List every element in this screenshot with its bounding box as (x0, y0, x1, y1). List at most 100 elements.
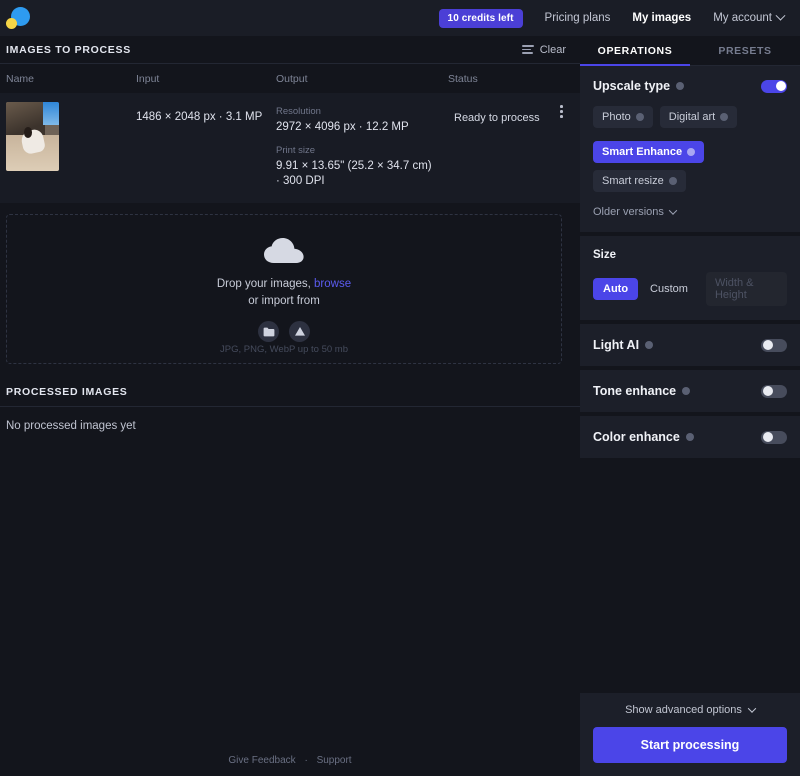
chip-photo[interactable]: Photo (593, 106, 653, 128)
app-root: 10 credits left Pricing plans My images … (0, 0, 800, 776)
light-ai-toggle[interactable] (761, 339, 787, 352)
top-navigation: 10 credits left Pricing plans My images … (439, 9, 784, 28)
size-card: Size Auto Custom Width & Height (580, 236, 800, 320)
upscale-type-chips-row2: Smart Enhance Smart resize (593, 141, 787, 192)
upscale-type-header: Upscale type (593, 79, 787, 93)
chip-smart-enhance[interactable]: Smart Enhance (593, 141, 704, 163)
older-versions-label: Older versions (593, 206, 664, 218)
show-advanced-options-button[interactable]: Show advanced options (593, 704, 787, 716)
size-title: Size (593, 249, 787, 261)
column-header-output: Output (276, 73, 448, 85)
tab-presets[interactable]: PRESETS (690, 36, 800, 65)
info-icon[interactable] (686, 433, 694, 441)
main-body: IMAGES TO PROCESS Clear Name Input Outpu… (0, 36, 800, 776)
processed-empty-text: No processed images yet (0, 407, 580, 445)
drop-line-2: or import from (248, 295, 320, 307)
info-icon[interactable] (687, 148, 695, 156)
chevron-down-icon (748, 704, 756, 712)
queue-column-headers: Name Input Output Status (0, 64, 580, 93)
column-header-name: Name (6, 73, 136, 85)
row-menu-icon[interactable] (557, 102, 566, 121)
color-enhance-title: Color enhance (593, 430, 694, 444)
light-ai-title: Light AI (593, 338, 653, 352)
size-option-custom[interactable]: Custom (640, 278, 698, 300)
image-thumbnail[interactable] (6, 102, 59, 171)
folder-icon[interactable] (258, 321, 279, 342)
chip-digital-art-label: Digital art (669, 111, 715, 123)
cloud-upload-icon (263, 237, 305, 265)
info-icon[interactable] (636, 113, 644, 121)
tone-enhance-card: Tone enhance (580, 370, 800, 412)
upscale-type-chips: Photo Digital art (593, 106, 787, 128)
chevron-down-icon (776, 10, 786, 20)
sidebar-tabs: OPERATIONS PRESETS (580, 36, 800, 66)
nav-pricing-plans[interactable]: Pricing plans (545, 12, 611, 24)
size-option-auto[interactable]: Auto (593, 278, 638, 300)
chip-smart-enhance-label: Smart Enhance (602, 146, 682, 158)
light-ai-card: Light AI (580, 324, 800, 366)
chip-smart-resize[interactable]: Smart resize (593, 170, 686, 192)
app-logo-icon[interactable] (6, 5, 32, 31)
light-ai-label: Light AI (593, 338, 639, 352)
section-title-images-to-process: IMAGES TO PROCESS (6, 44, 131, 56)
upscale-type-card: Upscale type Photo Digital art (580, 66, 800, 232)
color-enhance-card: Color enhance (580, 416, 800, 458)
chevron-down-icon (669, 206, 677, 214)
logo-circle-yellow (6, 18, 17, 29)
start-processing-button[interactable]: Start processing (593, 727, 787, 763)
import-sources (258, 321, 310, 342)
color-enhance-toggle[interactable] (761, 431, 787, 444)
operations-panel: Upscale type Photo Digital art (580, 66, 800, 693)
column-header-status: Status (448, 73, 574, 85)
tone-enhance-toggle[interactable] (761, 385, 787, 398)
width-height-input[interactable]: Width & Height (706, 272, 787, 306)
nav-my-account-label: My account (713, 12, 772, 24)
status-badge: Ready to process (454, 102, 572, 189)
sidebar-footer: Show advanced options Start processing (580, 693, 800, 776)
table-row[interactable]: 1486 × 2048 px · 3.1 MP Resolution 2972 … (0, 93, 580, 203)
drop-zone-hint: JPG, PNG, WebP up to 50 mb (7, 344, 561, 355)
print-size-label: Print size (276, 145, 454, 156)
left-pane: IMAGES TO PROCESS Clear Name Input Outpu… (0, 36, 580, 776)
column-header-input: Input (136, 73, 276, 85)
support-link[interactable]: Support (317, 755, 352, 766)
list-lines-icon (522, 45, 534, 54)
info-icon[interactable] (720, 113, 728, 121)
footer-separator: · (304, 755, 307, 766)
clear-button[interactable]: Clear (522, 44, 566, 56)
chip-digital-art[interactable]: Digital art (660, 106, 737, 128)
top-bar: 10 credits left Pricing plans My images … (0, 0, 800, 36)
tab-operations[interactable]: OPERATIONS (580, 36, 690, 65)
thumbnail-sky (43, 102, 59, 125)
info-icon[interactable] (669, 177, 677, 185)
older-versions-dropdown[interactable]: Older versions (593, 206, 787, 218)
tone-enhance-title: Tone enhance (593, 384, 690, 398)
browse-link[interactable]: browse (314, 278, 351, 290)
google-drive-icon[interactable] (289, 321, 310, 342)
show-advanced-options-label: Show advanced options (625, 704, 742, 716)
upscale-type-toggle[interactable] (761, 80, 787, 93)
nav-my-account[interactable]: My account (713, 12, 784, 24)
drop-zone[interactable]: Drop your images, browse or import from … (6, 214, 562, 364)
section-title-processed-images: PROCESSED IMAGES (0, 386, 580, 407)
color-enhance-label: Color enhance (593, 430, 680, 444)
images-to-process-header: IMAGES TO PROCESS Clear (0, 36, 580, 64)
size-options: Auto Custom Width & Height (593, 272, 787, 306)
info-icon[interactable] (682, 387, 690, 395)
upscale-type-title: Upscale type (593, 79, 684, 93)
upscale-type-label: Upscale type (593, 79, 670, 93)
clear-button-label: Clear (540, 44, 566, 56)
drop-zone-text: Drop your images, browse or import from (217, 276, 351, 310)
give-feedback-link[interactable]: Give Feedback (228, 755, 295, 766)
print-size-value: 9.91 × 13.65" (25.2 × 34.7 cm) (276, 159, 454, 174)
right-pane: OPERATIONS PRESETS Upscale type (580, 36, 800, 776)
nav-my-images[interactable]: My images (632, 12, 691, 24)
credits-badge[interactable]: 10 credits left (439, 9, 523, 28)
chip-photo-label: Photo (602, 111, 631, 123)
row-input-value: 1486 × 2048 px · 3.1 MP (136, 102, 276, 189)
footer: Give Feedback · Support (0, 755, 580, 766)
info-icon[interactable] (645, 341, 653, 349)
print-size-dpi: · 300 DPI (276, 174, 454, 189)
info-icon[interactable] (676, 82, 684, 90)
drop-line-1: Drop your images, (217, 278, 314, 290)
